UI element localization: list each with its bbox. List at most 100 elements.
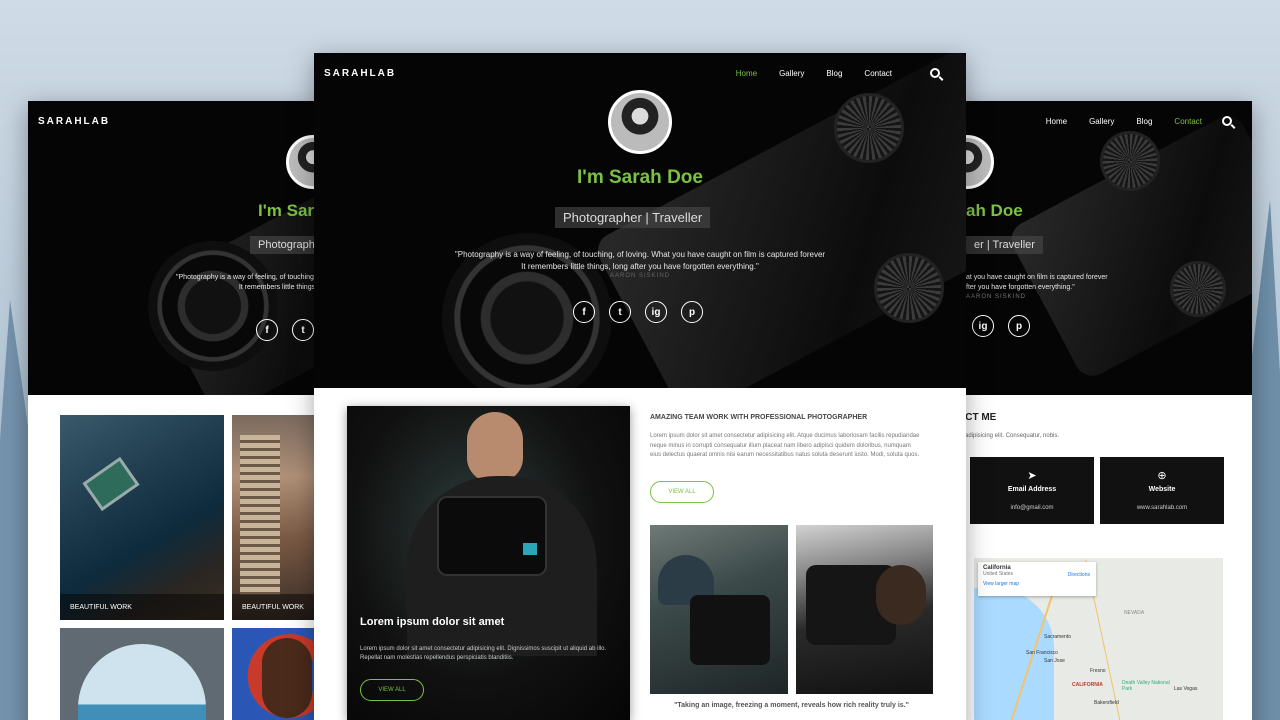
quote-line: at you have caught on film is captured f… — [966, 274, 1108, 281]
email-value: info@gmail.com — [1010, 505, 1054, 511]
camera-lens — [148, 241, 278, 371]
hero-section: Home Gallery Blog Contact ah Doe er | Tr… — [940, 101, 1252, 395]
hero-quote: at you have caught on film is captured f… — [966, 273, 1166, 302]
website-title: Website — [1148, 486, 1176, 493]
nav-gallery[interactable]: Gallery — [1089, 117, 1114, 126]
feature-paragraph: Lorem ipsum dolor sit amet consectetur a… — [650, 433, 920, 459]
nav-home[interactable]: Home — [736, 69, 757, 78]
facebook-icon[interactable]: f — [256, 319, 278, 341]
person-head — [876, 565, 926, 625]
nav-links: Home Gallery Blog Contact — [736, 69, 892, 78]
social-links: f t — [256, 319, 314, 341]
brand-logo[interactable]: SARAHLAB — [324, 68, 396, 79]
instagram-icon[interactable]: ig — [645, 301, 667, 323]
nav-links: Home Gallery Blog Contact — [1046, 117, 1202, 126]
building-shape — [240, 435, 280, 595]
hero-quote: "Photography is a way of feeling, of tou… — [140, 273, 328, 293]
nav-gallery[interactable]: Gallery — [779, 69, 804, 78]
nav-right: Home Gallery Blog Contact — [736, 68, 940, 78]
hero-title: ah Doe — [966, 201, 1023, 220]
map-label: Bakersfield — [1094, 700, 1119, 706]
feature-heading: AMAZING TEAM WORK WITH PROFESSIONAL PHOT… — [650, 414, 868, 421]
hero-section: SARAHLAB I'm Sar Photograph "Photography… — [28, 101, 328, 395]
twitter-icon[interactable]: t — [609, 301, 631, 323]
contact-text: ur adipisicing elit. Consequatur, nobis. — [958, 433, 1060, 439]
hero-subtitle: er | Traveller — [966, 236, 1043, 254]
search-icon[interactable] — [930, 68, 940, 78]
camera-dial — [1170, 261, 1226, 317]
pool-shape — [82, 456, 140, 512]
website-value: www.sarahlab.com — [1136, 505, 1188, 511]
quote-line: It remembers little things, long after y… — [521, 261, 759, 271]
photo-quote: "Taking an image, freezing a moment, rev… — [674, 702, 909, 709]
hero-quote: "Photography is a way of feeling, of tou… — [434, 249, 846, 281]
navbar: Home Gallery Blog Contact — [940, 101, 1252, 141]
hero-title: I'm Sar — [258, 201, 315, 220]
camera-dial — [874, 253, 944, 323]
instagram-icon[interactable]: ig — [972, 315, 994, 337]
nav-contact[interactable]: Contact — [1174, 117, 1202, 126]
photo-cameraman[interactable] — [796, 525, 933, 694]
map-label: Fresno — [1090, 668, 1106, 674]
avatar — [608, 90, 672, 154]
map-label: San Jose — [1044, 658, 1065, 664]
hero-subtitle: Photographer | Traveller — [555, 207, 711, 228]
right-page-preview: Home Gallery Blog Contact ah Doe er | Tr… — [940, 101, 1252, 720]
main-page-preview: SARAHLAB Home Gallery Blog Contact I'm S… — [314, 53, 966, 720]
map-label: San Francisco — [1026, 650, 1058, 656]
navbar: SARAHLAB — [28, 101, 328, 141]
facebook-icon[interactable]: f — [573, 301, 595, 323]
hero-title: I'm Sarah Doe — [577, 167, 703, 188]
quote-author: AARON SISKIND — [966, 294, 1027, 301]
hero-section: SARAHLAB Home Gallery Blog Contact I'm S… — [314, 53, 966, 388]
social-links: ig p — [972, 315, 1030, 337]
nav-home[interactable]: Home — [1046, 117, 1067, 126]
website-card[interactable]: ⊕ Website www.sarahlab.com — [1100, 457, 1224, 524]
nav-contact[interactable]: Contact — [864, 69, 892, 78]
email-title: Email Address — [1007, 486, 1057, 493]
face-shape — [262, 638, 312, 718]
photo-videographer[interactable] — [650, 525, 788, 694]
navbar: SARAHLAB Home Gallery Blog Contact — [314, 53, 966, 93]
map-larger-link[interactable]: View larger map — [983, 581, 1091, 587]
quote-author: AARON SISKIND — [609, 273, 670, 280]
nav-blog[interactable]: Blog — [826, 69, 842, 78]
map-directions-link[interactable]: Directions — [1068, 572, 1090, 578]
view-all-button[interactable]: VIEW ALL — [650, 481, 714, 503]
tile-caption: BEAUTIFUL WORK — [60, 594, 224, 620]
pinterest-icon[interactable]: p — [681, 301, 703, 323]
search-icon[interactable] — [1222, 116, 1232, 126]
video-camera — [437, 496, 547, 576]
quote-line: "Photography is a way of feeling, of tou… — [454, 250, 826, 259]
map-label: NEVADA — [1124, 610, 1145, 616]
email-card[interactable]: ➤ Email Address info@gmail.com — [970, 457, 1094, 524]
camera-dial — [834, 93, 904, 163]
google-map[interactable]: California United States Directions View… — [974, 558, 1223, 720]
gallery-photo-arch[interactable] — [60, 628, 224, 720]
quote-line: "Photography is a way of feeling, of tou… — [176, 274, 328, 281]
nav-blog[interactable]: Blog — [1136, 117, 1152, 126]
left-page-preview: SARAHLAB I'm Sar Photograph "Photography… — [28, 101, 328, 720]
person-head — [467, 412, 523, 482]
arch-shape — [78, 644, 206, 720]
social-links: f t ig p — [573, 301, 703, 323]
quote-line: fter you have forgotten everything." — [966, 284, 1075, 292]
gallery-photo-coast[interactable]: BEAUTIFUL WORK — [60, 415, 224, 620]
map-info-box: California United States Directions View… — [978, 562, 1096, 596]
camera-accent — [523, 543, 537, 555]
feature-card-text: Lorem ipsum dolor sit amet consectetur a… — [360, 646, 607, 661]
map-label: Death Valley National Park — [1122, 680, 1170, 692]
view-all-button[interactable]: VIEW ALL — [360, 679, 424, 701]
globe-icon: ⊕ — [1157, 470, 1167, 482]
video-camera — [690, 595, 770, 665]
pinterest-icon[interactable]: p — [1008, 315, 1030, 337]
send-icon: ➤ — [1027, 470, 1037, 482]
map-label: Las Vegas — [1174, 686, 1198, 692]
feature-card: Lorem ipsum dolor sit amet Lorem ipsum d… — [347, 406, 630, 720]
map-label: CALIFORNIA — [1072, 682, 1103, 688]
map-label: Sacramento — [1044, 634, 1071, 640]
feature-card-title: Lorem ipsum dolor sit amet — [360, 616, 505, 628]
quote-line: It remembers little things, long af — [238, 284, 328, 292]
twitter-icon[interactable]: t — [292, 319, 314, 341]
brand-logo[interactable]: SARAHLAB — [38, 116, 110, 127]
